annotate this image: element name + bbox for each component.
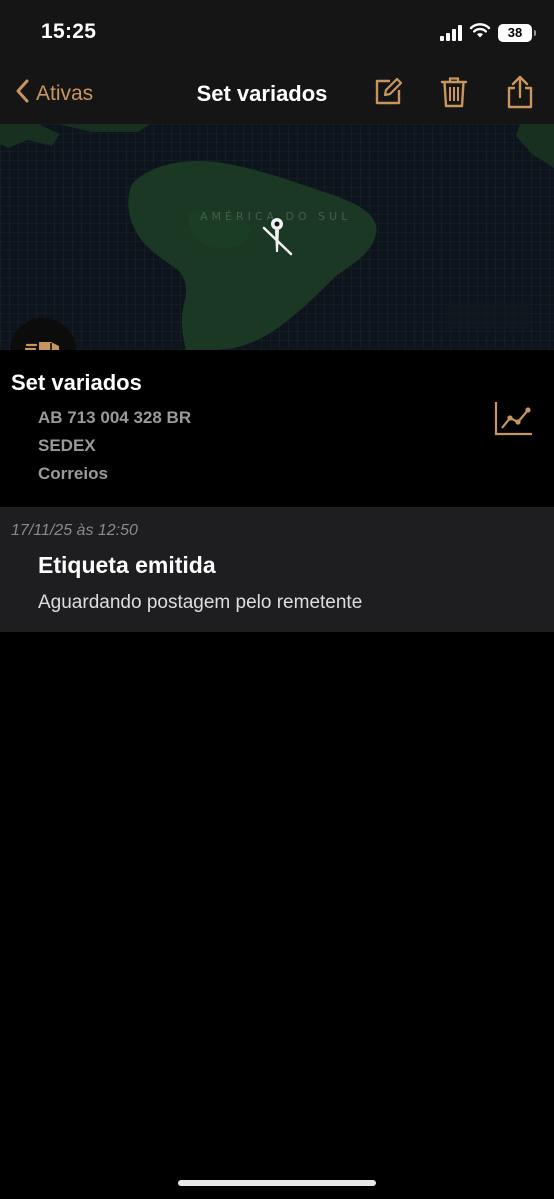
map-view[interactable]: AMÉRICA DO SUL <box>0 124 554 350</box>
tracking-code: AB 713 004 328 BR <box>38 408 192 427</box>
delete-button[interactable] <box>436 76 472 112</box>
trash-icon <box>440 76 468 113</box>
edit-button[interactable] <box>370 76 406 112</box>
share-button[interactable] <box>502 75 538 114</box>
nav-actions <box>370 75 538 114</box>
status-icons: 38 <box>440 22 536 44</box>
edit-icon <box>373 77 403 112</box>
package-info: Set variados AB 713 004 328 BR SEDEX Cor… <box>0 350 554 506</box>
wifi-icon <box>469 22 491 44</box>
navigation-bar: Ativas Set variados <box>0 64 554 125</box>
home-indicator[interactable] <box>178 1180 376 1186</box>
status-bar: 15:25 38 <box>0 0 554 64</box>
signal-icon <box>440 25 462 41</box>
status-time: 15:25 <box>41 20 97 43</box>
battery-icon: 38 <box>498 24 536 42</box>
event-description: Aguardando postagem pelo remetente <box>38 592 363 613</box>
chart-button[interactable] <box>494 400 534 436</box>
service-name: SEDEX <box>38 436 96 455</box>
carrier-name: Correios <box>38 464 108 483</box>
event-title: Etiqueta emitida <box>38 552 216 578</box>
event-date: 17/11/25 às 12:50 <box>11 522 138 539</box>
line-chart-icon <box>494 402 534 440</box>
share-icon <box>506 75 534 114</box>
tracking-event[interactable]: 17/11/25 às 12:50 Etiqueta emitida Aguar… <box>0 507 554 632</box>
package-title: Set variados <box>11 370 142 395</box>
